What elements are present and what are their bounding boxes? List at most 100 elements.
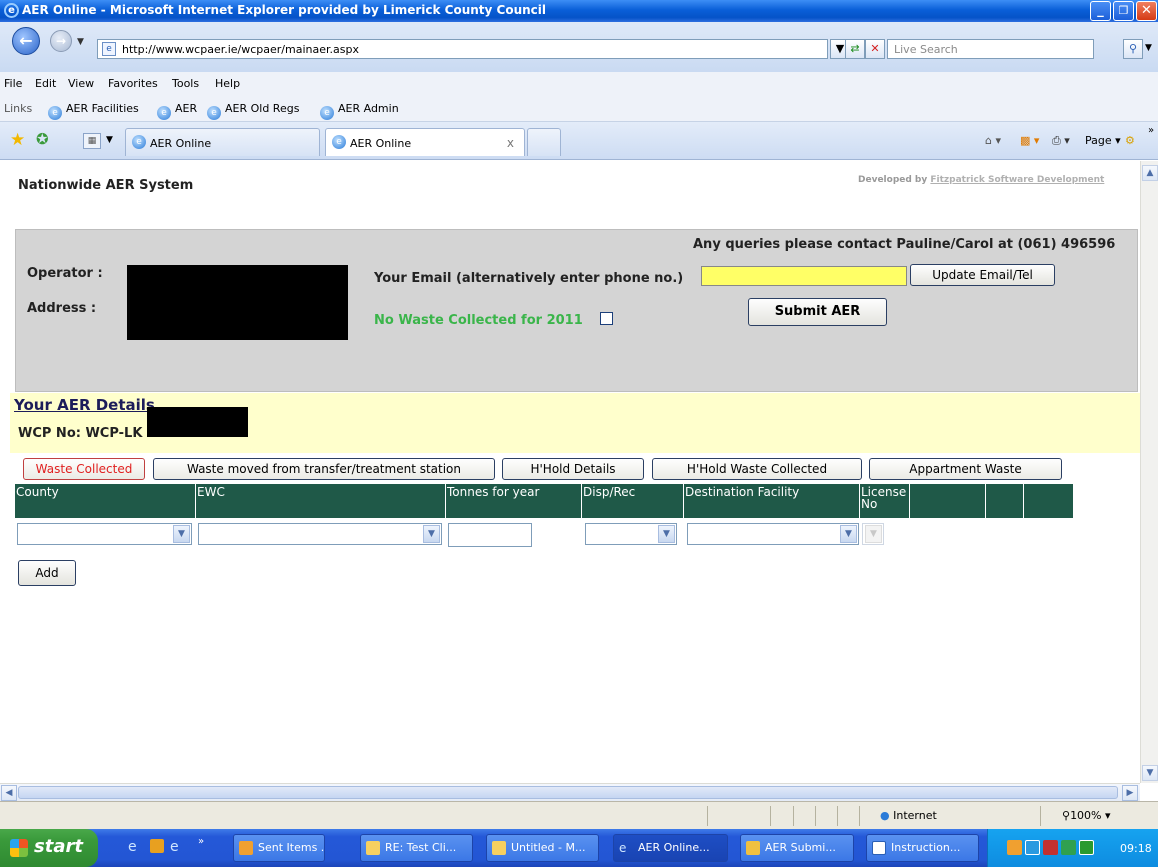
task-untitled[interactable]: Untitled - M...: [486, 834, 599, 862]
address-text: http://www.wcpaer.ie/wcpaer/mainaer.aspx: [122, 43, 359, 56]
developer-link[interactable]: Fitzpatrick Software Development: [930, 175, 1104, 185]
destination-facility-select[interactable]: ▼: [687, 523, 859, 545]
refresh-button[interactable]: ⇄: [845, 39, 865, 59]
quicklaunch-ie-icon[interactable]: e: [128, 839, 137, 855]
task-re-test[interactable]: RE: Test Cli...: [360, 834, 473, 862]
horizontal-scrollbar[interactable]: ◀ ▶: [0, 783, 1140, 801]
col-county: County: [16, 485, 59, 499]
county-select[interactable]: ▼: [17, 523, 192, 545]
no-waste-checkbox[interactable]: [600, 312, 613, 325]
quicklaunch-more-icon[interactable]: »: [198, 836, 204, 847]
add-button[interactable]: Add: [18, 560, 76, 586]
link-aer[interactable]: e AER: [157, 102, 197, 120]
menu-favorites[interactable]: Favorites: [108, 77, 158, 90]
status-divider: [837, 806, 838, 826]
tab-aer-online-2[interactable]: e AER Online x: [325, 128, 525, 156]
address-input[interactable]: e http://www.wcpaer.ie/wcpaer/mainaer.as…: [97, 39, 828, 59]
stop-button[interactable]: ✕: [865, 39, 885, 59]
operator-label: Operator :: [27, 266, 103, 281]
task-sent-items[interactable]: Sent Items ...: [233, 834, 325, 862]
status-divider: [815, 806, 816, 826]
zoom-icon: ⚲: [1062, 809, 1071, 822]
maximize-button[interactable]: ❐: [1113, 1, 1134, 21]
search-placeholder: Live Search: [894, 43, 958, 56]
scroll-left-icon[interactable]: ◀: [1, 785, 17, 801]
email-field[interactable]: [701, 266, 907, 286]
redacted-wcp-number: [147, 407, 248, 437]
add-favorite-icon[interactable]: ✪: [36, 130, 49, 148]
more-chevron-icon[interactable]: »: [1148, 125, 1154, 136]
tab-aer-online-1[interactable]: e AER Online: [125, 128, 320, 156]
quick-tabs-icon[interactable]: ▦: [83, 133, 101, 149]
ie-icon: e: [619, 841, 627, 855]
scroll-right-icon[interactable]: ▶: [1122, 785, 1138, 801]
close-tab-icon[interactable]: x: [507, 136, 514, 150]
start-button[interactable]: start: [0, 829, 98, 867]
col-destination-facility: Destination Facility: [683, 484, 859, 518]
tray-vpn-icon[interactable]: [1079, 840, 1094, 855]
home-icon[interactable]: ⌂ ▾: [985, 134, 1001, 147]
menu-tools[interactable]: Tools: [172, 77, 199, 90]
menu-view[interactable]: View: [68, 77, 94, 90]
page-icon: e: [102, 42, 116, 56]
favorites-star-icon[interactable]: ★: [10, 130, 25, 150]
tab-waste-moved[interactable]: Waste moved from transfer/treatment stat…: [153, 458, 495, 480]
submit-aer-button[interactable]: Submit AER: [748, 298, 887, 326]
tray-network-icon[interactable]: [1025, 840, 1040, 855]
menu-edit[interactable]: Edit: [35, 77, 56, 90]
col-disp-rec: Disp/Rec: [581, 484, 683, 518]
vertical-scrollbar[interactable]: ▲ ▼: [1140, 161, 1158, 783]
tonnes-field[interactable]: [448, 523, 532, 547]
task-aer-submi[interactable]: AER Submi...: [740, 834, 854, 862]
status-divider: [859, 806, 860, 826]
col-tonnes: Tonnes for year: [445, 484, 581, 518]
tab-hhold-waste-collected[interactable]: H'Hold Waste Collected: [652, 458, 862, 480]
history-dropdown-icon[interactable]: ▼: [77, 37, 84, 47]
license-no-select: ▼: [862, 523, 884, 545]
mail-icon: [492, 841, 506, 855]
link-aer-facilities[interactable]: e AER Facilities: [48, 102, 139, 120]
print-icon[interactable]: ⎙ ▾: [1052, 134, 1070, 148]
tray-outlook-icon[interactable]: [1007, 840, 1022, 855]
search-input[interactable]: Live Search: [887, 39, 1094, 59]
tab-list-dropdown-icon[interactable]: ▼: [106, 135, 113, 145]
tools-menu[interactable]: ⚙: [1125, 134, 1135, 147]
disp-rec-select[interactable]: ▼: [585, 523, 677, 545]
scroll-down-icon[interactable]: ▼: [1142, 765, 1158, 781]
scroll-up-icon[interactable]: ▲: [1142, 165, 1158, 181]
menu-help[interactable]: Help: [215, 77, 240, 90]
status-divider: [707, 806, 708, 826]
forward-button[interactable]: →: [50, 30, 72, 52]
zoom-level[interactable]: ⚲100% ▾: [1062, 809, 1111, 822]
update-email-button[interactable]: Update Email/Tel: [910, 264, 1055, 286]
mail-icon: [366, 841, 380, 855]
link-aer-old-regs[interactable]: e AER Old Regs: [207, 102, 299, 120]
gear-icon: ⚙: [1125, 134, 1135, 147]
back-button[interactable]: ←: [12, 27, 40, 55]
scroll-thumb[interactable]: [18, 786, 1118, 799]
search-icon[interactable]: ⚲: [1123, 39, 1143, 59]
quicklaunch-ie2-icon[interactable]: e: [170, 839, 179, 855]
ewc-select[interactable]: ▼: [198, 523, 442, 545]
contact-info: Any queries please contact Pauline/Carol…: [693, 237, 1116, 252]
tab-waste-collected[interactable]: Waste Collected: [23, 458, 145, 480]
ie-page-icon: e: [48, 106, 62, 120]
task-aer-online[interactable]: e AER Online...: [613, 834, 728, 862]
menu-file[interactable]: File: [4, 77, 22, 90]
feeds-icon[interactable]: ▩ ▾: [1020, 134, 1039, 147]
page-menu[interactable]: Page ▾: [1085, 134, 1121, 147]
tray-security-icon[interactable]: [1043, 840, 1058, 855]
task-instruction[interactable]: Instruction...: [866, 834, 979, 862]
tray-monitor-icon[interactable]: [1061, 840, 1076, 855]
tab-hhold-details[interactable]: H'Hold Details: [502, 458, 644, 480]
new-tab-button[interactable]: [527, 128, 561, 156]
quicklaunch-outlook-icon[interactable]: [150, 839, 164, 853]
close-window-button[interactable]: ✕: [1136, 1, 1157, 21]
link-aer-admin[interactable]: e AER Admin: [320, 102, 399, 120]
window-title-bar[interactable]: e AER Online - Microsoft Internet Explor…: [0, 0, 1158, 22]
search-options-icon[interactable]: ▼: [1145, 43, 1152, 53]
word-document-icon: [872, 841, 886, 855]
ie-logo-icon: e: [4, 3, 19, 18]
tab-appartment-waste[interactable]: Appartment Waste: [869, 458, 1062, 480]
minimize-button[interactable]: _: [1090, 1, 1111, 21]
